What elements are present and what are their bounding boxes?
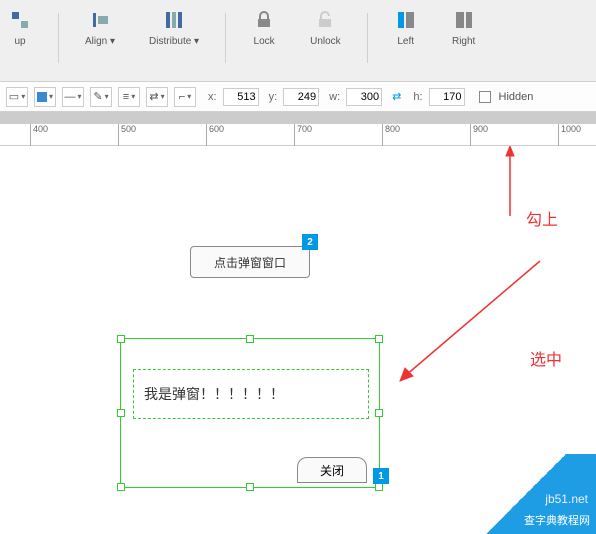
hidden-checkbox[interactable] bbox=[479, 91, 491, 103]
dock-right-icon bbox=[452, 8, 476, 32]
divider bbox=[367, 13, 368, 63]
watermark-site: jb51.net bbox=[545, 492, 588, 506]
align-tool[interactable]: Align ▾ bbox=[77, 8, 123, 47]
line-style-dropdown[interactable]: ≡▾ bbox=[118, 87, 140, 107]
annotation-arrow-select bbox=[395, 256, 545, 386]
resize-handle-ne[interactable] bbox=[375, 335, 383, 343]
dock-right-tool[interactable]: Right bbox=[444, 8, 484, 47]
resize-handle-s[interactable] bbox=[246, 483, 254, 491]
main-toolbar: up Align ▾ Distribute ▾ Lock Unlock Left… bbox=[0, 0, 596, 82]
align-icon bbox=[88, 8, 112, 32]
lock-icon bbox=[252, 8, 276, 32]
ruler-bar bbox=[0, 112, 596, 124]
unlock-icon bbox=[313, 8, 337, 32]
x-input[interactable] bbox=[223, 88, 259, 106]
ruler-tick: 900 bbox=[470, 124, 488, 146]
close-button-widget[interactable]: 关闭 bbox=[297, 457, 367, 483]
group-icon bbox=[8, 8, 32, 32]
y-input[interactable] bbox=[283, 88, 319, 106]
distribute-tool[interactable]: Distribute ▾ bbox=[141, 8, 207, 47]
resize-handle-w[interactable] bbox=[117, 409, 125, 417]
selected-popup-group[interactable]: 我是弹窗！！！！！！ 关闭 bbox=[120, 338, 380, 488]
dock-left-icon bbox=[394, 8, 418, 32]
group-label: up bbox=[14, 36, 25, 47]
watermark-corner: jb51.net 查字典教程网 bbox=[456, 454, 596, 534]
ruler-tick: 500 bbox=[118, 124, 136, 146]
right-label: Right bbox=[452, 36, 475, 47]
resize-handle-nw[interactable] bbox=[117, 335, 125, 343]
h-input[interactable] bbox=[429, 88, 465, 106]
dock-left-tool[interactable]: Left bbox=[386, 8, 426, 47]
lock-tool[interactable]: Lock bbox=[244, 8, 284, 47]
group-tool[interactable]: up bbox=[0, 8, 40, 47]
watermark-text: 查字典教程网 bbox=[524, 512, 590, 528]
annotation-check-label: 勾上 bbox=[526, 206, 558, 230]
footnote-badge-1: 1 bbox=[373, 468, 389, 484]
properties-bar: ▭▾ ▾ —▾ ✎▾ ≡▾ ⇄▾ ⌐▾ x: y: w: ⇄ h: Hidden bbox=[0, 82, 596, 112]
y-label: y: bbox=[269, 91, 278, 103]
close-text: 关闭 bbox=[320, 462, 344, 479]
x-label: x: bbox=[208, 91, 217, 103]
unlock-label: Unlock bbox=[310, 36, 341, 47]
ruler-tick: 700 bbox=[294, 124, 312, 146]
h-label: h: bbox=[413, 91, 422, 103]
ruler-tick: 800 bbox=[382, 124, 400, 146]
unlock-tool[interactable]: Unlock bbox=[302, 8, 349, 47]
ruler-tick: 600 bbox=[206, 124, 224, 146]
popup-text-widget[interactable]: 我是弹窗！！！！！！ bbox=[133, 369, 369, 419]
line-width-dropdown[interactable]: —▾ bbox=[62, 87, 84, 107]
button-text: 点击弹窗窗口 bbox=[214, 254, 286, 271]
w-label: w: bbox=[329, 91, 340, 103]
ruler-tick: 400 bbox=[30, 124, 48, 146]
distribute-icon bbox=[162, 8, 186, 32]
divider bbox=[58, 13, 59, 63]
divider bbox=[225, 13, 226, 63]
w-input[interactable] bbox=[346, 88, 382, 106]
resize-handle-e[interactable] bbox=[375, 409, 383, 417]
ruler-tick: 1000 bbox=[558, 124, 581, 146]
border-style-dropdown[interactable]: ▭▾ bbox=[6, 87, 28, 107]
trigger-button-widget[interactable]: 点击弹窗窗口 bbox=[190, 246, 310, 278]
popup-text: 我是弹窗！！！！！！ bbox=[144, 384, 284, 404]
annotation-arrow-up bbox=[500, 146, 520, 216]
align-label: Align ▾ bbox=[85, 36, 115, 47]
lock-label: Lock bbox=[254, 36, 275, 47]
line-color-dropdown[interactable]: ✎▾ bbox=[90, 87, 112, 107]
resize-handle-sw[interactable] bbox=[117, 483, 125, 491]
resize-handle-n[interactable] bbox=[246, 335, 254, 343]
left-label: Left bbox=[397, 36, 414, 47]
link-wh-icon[interactable]: ⇄ bbox=[392, 90, 401, 103]
hidden-label: Hidden bbox=[499, 91, 534, 103]
fill-color-dropdown[interactable]: ▾ bbox=[34, 87, 56, 107]
design-canvas[interactable]: 点击弹窗窗口 2 我是弹窗！！！！！！ 关闭 1 勾上 选中 jb51.net … bbox=[0, 146, 596, 534]
annotation-select-label: 选中 bbox=[530, 346, 562, 370]
arrow-style-dropdown[interactable]: ⇄▾ bbox=[146, 87, 168, 107]
horizontal-ruler: 400 500 600 700 800 900 1000 bbox=[0, 124, 596, 146]
footnote-badge-2: 2 bbox=[302, 234, 318, 250]
resize-handle-se[interactable] bbox=[375, 483, 383, 491]
corner-style-dropdown[interactable]: ⌐▾ bbox=[174, 87, 196, 107]
distribute-label: Distribute ▾ bbox=[149, 36, 199, 47]
